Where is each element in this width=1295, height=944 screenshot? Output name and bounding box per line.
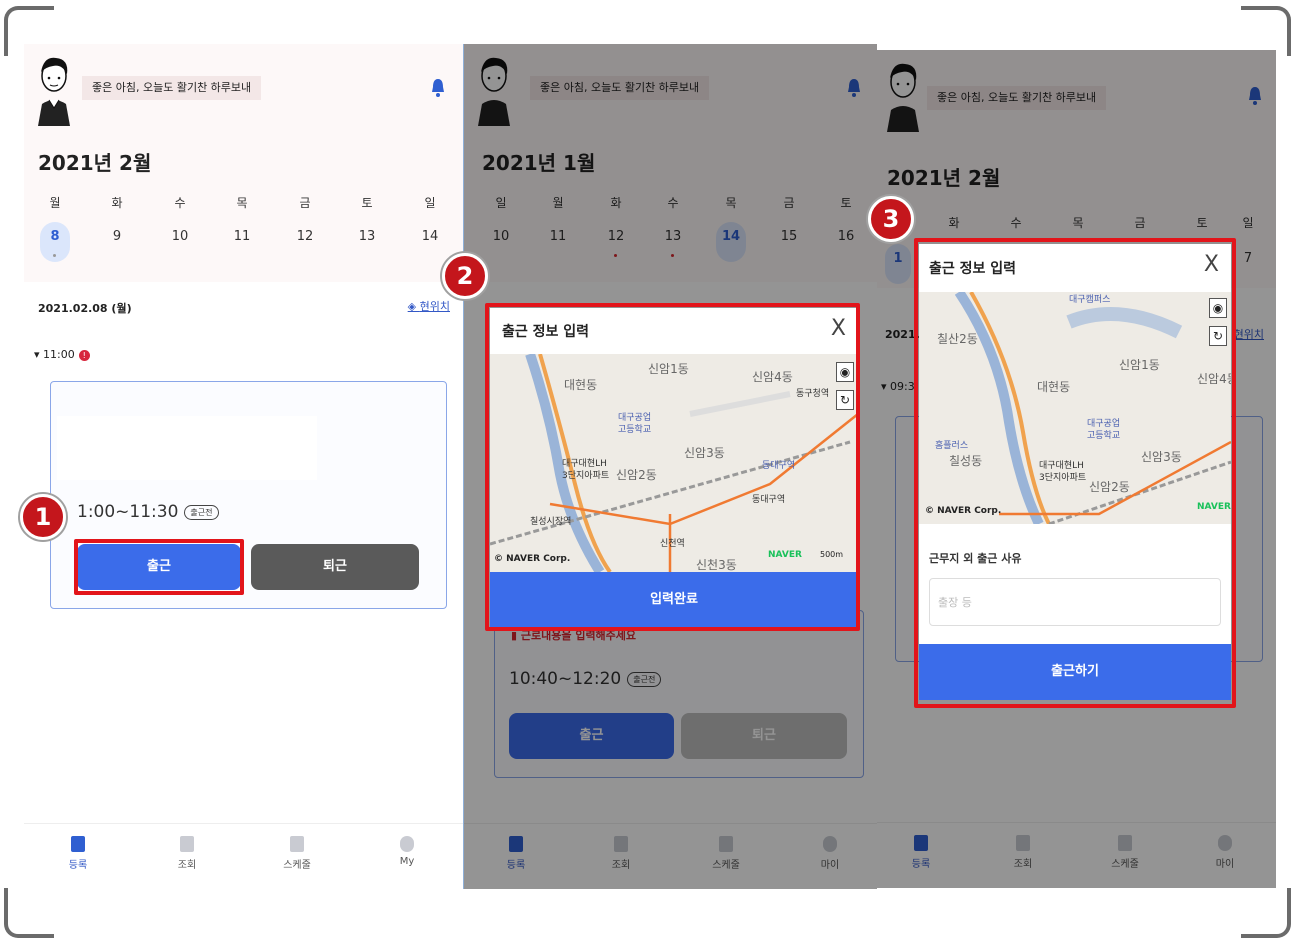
step-marker-2: 2 bbox=[442, 253, 488, 299]
calendar-icon bbox=[290, 836, 304, 852]
clock-out-button[interactable]: 퇴근 bbox=[251, 544, 419, 590]
day-cell[interactable]: 9 bbox=[102, 222, 132, 262]
weekday-label: 수 bbox=[174, 196, 186, 210]
weekday-label: 목 bbox=[236, 196, 248, 210]
tutorial-frame: 좋은 아침, 오늘도 활기찬 하루보내 2021년 2월 월 화 수 목 금 토… bbox=[0, 0, 1295, 944]
step-marker-1: 1 bbox=[20, 494, 66, 540]
step-marker-3: 3 bbox=[868, 196, 914, 242]
screen-1: 좋은 아침, 오늘도 활기찬 하루보내 2021년 2월 월 화 수 목 금 토… bbox=[24, 44, 464, 889]
selected-date: 2021.02.08 (월) bbox=[38, 302, 132, 315]
day-cell[interactable]: 11 bbox=[227, 222, 257, 262]
shift-time: 1:00~11:30 출근전 bbox=[77, 502, 219, 522]
location-icon: ◈ bbox=[407, 300, 420, 313]
highlight-modal bbox=[914, 238, 1236, 708]
bell-icon[interactable] bbox=[430, 78, 446, 98]
day-cell-selected[interactable]: 8 bbox=[40, 222, 70, 262]
time-group-toggle[interactable]: ▾ 11:00! bbox=[34, 348, 90, 361]
weekday-label: 일 bbox=[424, 196, 436, 210]
bottom-nav: 등록 조회 스케줄 My bbox=[24, 823, 464, 889]
status-badge: 출근전 bbox=[184, 504, 219, 520]
month-title: 2021년 2월 bbox=[38, 151, 152, 175]
highlight-clock-in bbox=[74, 539, 244, 595]
nav-register[interactable]: 등록 bbox=[48, 836, 108, 871]
clipboard-check-icon bbox=[71, 836, 85, 852]
day-cell[interactable]: 10 bbox=[165, 222, 195, 262]
nav-lookup[interactable]: 조회 bbox=[157, 836, 217, 871]
calendar-header: 좋은 아침, 오늘도 활기찬 하루보내 2021년 2월 월 화 수 목 금 토… bbox=[24, 44, 464, 282]
weekday-label: 화 bbox=[111, 196, 123, 210]
current-location-link[interactable]: ◈ 현위치 bbox=[408, 298, 450, 314]
day-cell[interactable]: 12 bbox=[290, 222, 320, 262]
weekday-label: 월 bbox=[49, 196, 61, 210]
work-note-area bbox=[57, 416, 317, 480]
nav-schedule[interactable]: 스케줄 bbox=[267, 836, 327, 871]
day-cell[interactable]: 13 bbox=[352, 222, 382, 262]
weekday-label: 토 bbox=[361, 196, 373, 210]
user-icon bbox=[400, 836, 414, 852]
highlight-modal bbox=[485, 303, 860, 631]
alert-icon: ! bbox=[78, 349, 90, 361]
frame-corner bbox=[4, 888, 54, 938]
weekday-label: 금 bbox=[299, 196, 311, 210]
nav-my[interactable]: My bbox=[377, 836, 437, 867]
day-cell[interactable]: 14 bbox=[415, 222, 445, 262]
avatar-icon bbox=[38, 57, 70, 126]
frame-corner bbox=[1241, 888, 1291, 938]
search-doc-icon bbox=[180, 836, 194, 852]
frame-corner bbox=[1241, 6, 1291, 56]
greeting-text: 좋은 아침, 오늘도 활기찬 하루보내 bbox=[82, 76, 262, 100]
